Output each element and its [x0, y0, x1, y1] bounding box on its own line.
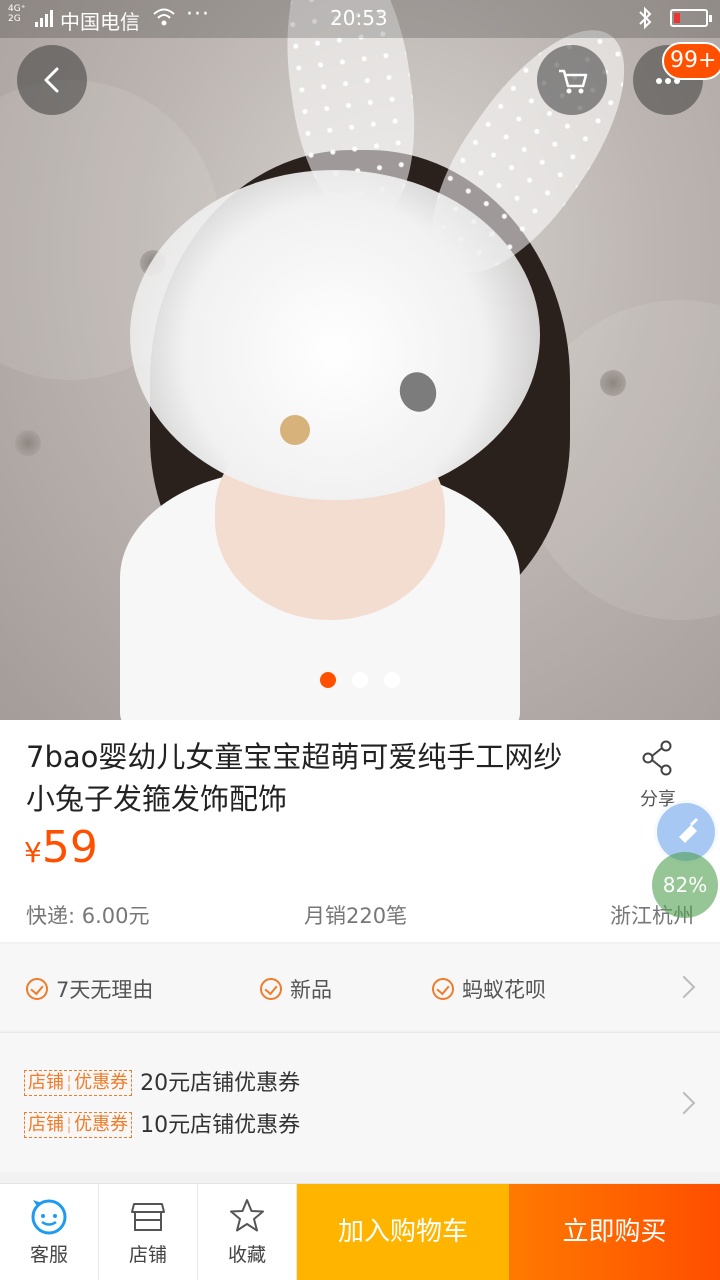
- buy-now-button[interactable]: 立即购买: [509, 1184, 720, 1280]
- memory-percent-widget[interactable]: 82%: [652, 852, 718, 918]
- clock: 20:53: [330, 6, 388, 30]
- coupon-tag: 店铺 ¦ 优惠券: [24, 1070, 133, 1096]
- currency-symbol: ¥: [24, 836, 42, 869]
- back-button[interactable]: [17, 45, 87, 115]
- coupon-section[interactable]: 店铺 ¦ 优惠券 20元店铺优惠券 店铺 ¦ 优惠券 10元店铺优惠券: [0, 1032, 720, 1172]
- service-item: 7天无理由: [26, 974, 153, 1004]
- wifi-icon: [153, 8, 175, 26]
- status-bar: 4G⁺ 2G 中国电信 ··· 20:53: [0, 0, 720, 38]
- signal-bars-icon: [35, 10, 53, 27]
- favorite-label: 收藏: [227, 1244, 266, 1266]
- bluetooth-icon: [639, 6, 652, 30]
- coupon-item: 店铺 ¦ 优惠券 10元店铺优惠券: [24, 1107, 300, 1139]
- star-icon: [230, 1199, 264, 1232]
- cart-button[interactable]: [537, 45, 607, 115]
- coupon-text: 20元店铺优惠券: [140, 1071, 301, 1096]
- coupon-tag-divider: ¦: [66, 1114, 73, 1135]
- price: ¥59: [24, 822, 98, 873]
- coupon-tag-divider: ¦: [66, 1072, 73, 1093]
- coupon-tag-left: 店铺: [28, 1072, 64, 1093]
- share-icon: [642, 740, 672, 776]
- check-circle-icon: [26, 978, 48, 1000]
- service-label: 蚂蚁花呗: [462, 978, 546, 1002]
- monthly-sales: 月销220笔: [304, 904, 408, 928]
- coupon-tag: 店铺 ¦ 优惠券: [24, 1112, 133, 1138]
- pager-dot[interactable]: [384, 672, 400, 688]
- shop-label: 店铺: [128, 1244, 167, 1266]
- bottom-action-bar: 客服 店铺 收藏 加入购物车 立即购买: [0, 1183, 720, 1280]
- chevron-right-icon: [672, 1091, 696, 1115]
- check-circle-icon: [260, 978, 282, 1000]
- cart-count-badge: 99+: [662, 42, 720, 80]
- add-to-cart-button[interactable]: 加入购物车: [297, 1184, 509, 1280]
- service-label: 新品: [290, 978, 332, 1002]
- product-image[interactable]: [0, 0, 720, 720]
- product-info: 7bao婴幼儿女童宝宝超萌可爱纯手工网纱小兔子发箍发饰配饰 分享 ¥59 快递:…: [0, 720, 720, 942]
- product-title: 7bao婴幼儿女童宝宝超萌可爱纯手工网纱小兔子发箍发饰配饰: [26, 740, 563, 816]
- battery-icon: [670, 9, 712, 27]
- gallery-pager[interactable]: [0, 672, 720, 688]
- wooden-button: [280, 415, 310, 445]
- coupon-tag-right: 优惠券: [74, 1072, 129, 1093]
- coupon-text: 10元店铺优惠券: [140, 1113, 301, 1138]
- check-circle-icon: [432, 978, 454, 1000]
- network-type: 4G⁺ 2G: [8, 4, 26, 24]
- service-item: 蚂蚁花呗: [432, 974, 546, 1004]
- chevron-right-icon: [672, 975, 696, 999]
- service-guarantees[interactable]: 7天无理由 新品 蚂蚁花呗: [0, 944, 720, 1030]
- shop-button[interactable]: 店铺: [99, 1184, 198, 1280]
- carrier-name: 中国电信: [60, 10, 140, 34]
- pager-dot[interactable]: [320, 672, 336, 688]
- sofa-tuft: [600, 370, 626, 396]
- cart-icon: [559, 69, 588, 94]
- more-status-icon: ···: [186, 2, 210, 27]
- coupon-tag-left: 店铺: [28, 1114, 64, 1135]
- tulle-flower: [130, 170, 540, 500]
- back-arrow-icon: [44, 67, 59, 93]
- coupon-item: 店铺 ¦ 优惠券 20元店铺优惠券: [24, 1065, 300, 1097]
- shipping-fee: 快递: 6.00元: [26, 904, 150, 928]
- smiley-chat-icon: [31, 1199, 67, 1235]
- customer-service-button[interactable]: 客服: [0, 1184, 99, 1280]
- favorite-button[interactable]: 收藏: [198, 1184, 297, 1280]
- coupon-tag-right: 优惠券: [74, 1114, 129, 1135]
- price-value: 59: [41, 822, 98, 873]
- sofa-tuft: [15, 430, 41, 456]
- customer-service-label: 客服: [29, 1244, 68, 1266]
- pager-dot[interactable]: [352, 672, 368, 688]
- service-item: 新品: [260, 974, 332, 1004]
- service-label: 7天无理由: [56, 978, 154, 1002]
- store-icon: [131, 1203, 165, 1231]
